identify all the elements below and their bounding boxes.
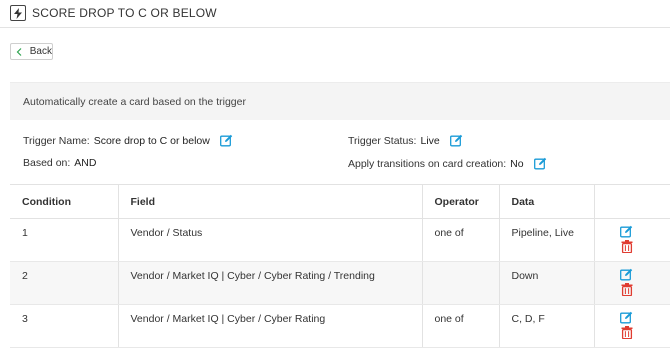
table-row: 3 Vendor / Market IQ | Cyber / Cyber Rat… xyxy=(10,304,670,348)
lightning-bolt-icon xyxy=(10,5,26,21)
table-header-row: Condition Field Operator Data xyxy=(10,184,670,219)
data-cell: C, D, F xyxy=(499,304,595,348)
actions-cell xyxy=(594,304,670,348)
condition-cell: 1 xyxy=(10,218,119,262)
edit-apply-transitions-icon[interactable] xyxy=(533,157,547,170)
table-row: 1 Vendor / Status one of Pipeline, Live xyxy=(10,218,670,262)
apply-transitions-field: Apply transitions on card creation: No xyxy=(348,157,547,170)
based-on-value: AND xyxy=(74,157,97,169)
trigger-name-field: Trigger Name: Score drop to C or below xyxy=(23,134,233,147)
delete-condition-icon[interactable] xyxy=(621,283,633,296)
field-cell: Vendor / Market IQ | Cyber / Cyber Ratin… xyxy=(118,304,423,348)
conditions-table: Condition Field Operator Data 1 Vendor /… xyxy=(10,184,670,348)
edit-condition-icon[interactable] xyxy=(620,268,633,281)
edit-trigger-name-icon[interactable] xyxy=(219,134,233,147)
page-title: SCORE DROP TO C OR BELOW xyxy=(32,6,217,20)
condition-cell: 2 xyxy=(10,261,119,305)
based-on-field: Based on: AND xyxy=(23,157,96,169)
column-header-data: Data xyxy=(499,184,595,219)
based-on-label: Based on: xyxy=(23,157,71,169)
trigger-description: Automatically create a card based on the… xyxy=(23,96,246,108)
apply-transitions-label: Apply transitions on card creation: xyxy=(348,157,507,170)
edit-trigger-status-icon[interactable] xyxy=(449,134,463,147)
column-header-actions xyxy=(594,184,670,219)
column-header-operator: Operator xyxy=(422,184,500,219)
column-header-condition: Condition xyxy=(10,184,119,219)
chevron-left-icon xyxy=(16,47,24,56)
trigger-name-value: Score drop to C or below xyxy=(93,134,210,147)
field-cell: Vendor / Market IQ | Cyber / Cyber Ratin… xyxy=(118,261,423,305)
apply-transitions-value: No xyxy=(510,157,524,170)
table-row: 2 Vendor / Market IQ | Cyber / Cyber Rat… xyxy=(10,261,670,305)
back-button[interactable]: Back xyxy=(10,43,53,60)
back-button-label: Back xyxy=(29,46,52,57)
delete-condition-icon[interactable] xyxy=(621,240,633,253)
trigger-name-label: Trigger Name: xyxy=(23,134,90,147)
column-header-field: Field xyxy=(118,184,423,219)
field-cell: Vendor / Status xyxy=(118,218,423,262)
trigger-status-field: Trigger Status: Live xyxy=(348,134,463,147)
trigger-status-label: Trigger Status: xyxy=(348,134,417,147)
page-header: SCORE DROP TO C OR BELOW xyxy=(0,0,670,28)
data-cell: Pipeline, Live xyxy=(499,218,595,262)
operator-cell: one of xyxy=(422,304,500,348)
operator-cell xyxy=(422,261,500,305)
data-cell: Down xyxy=(499,261,595,305)
edit-condition-icon[interactable] xyxy=(620,225,633,238)
trigger-status-value: Live xyxy=(420,134,440,147)
edit-condition-icon[interactable] xyxy=(620,311,633,324)
info-band: Automatically create a card based on the… xyxy=(10,82,670,120)
actions-cell xyxy=(594,218,670,262)
actions-cell xyxy=(594,261,670,305)
condition-cell: 3 xyxy=(10,304,119,348)
operator-cell: one of xyxy=(422,218,500,262)
delete-condition-icon[interactable] xyxy=(621,326,633,339)
